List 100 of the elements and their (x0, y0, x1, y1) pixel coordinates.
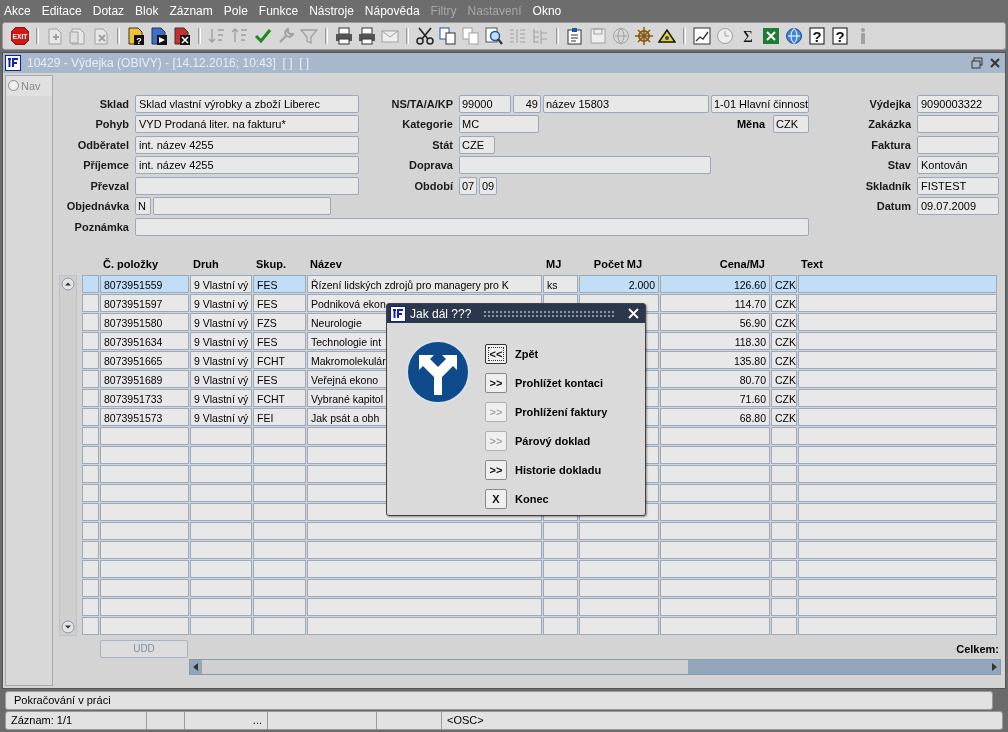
input-field[interactable]: 49 (513, 94, 541, 113)
document-cross-icon[interactable] (173, 26, 191, 45)
scissors-icon[interactable] (416, 26, 434, 45)
menu-item[interactable]: Nápověda (364, 3, 420, 18)
input-field[interactable]: 1-01 Hlavní činnost (711, 94, 809, 113)
table-cell (253, 521, 306, 540)
action-button[interactable]: >> (485, 460, 507, 480)
chart-icon[interactable] (693, 26, 711, 45)
globe-icon[interactable] (785, 26, 803, 45)
spreadsheet-icon[interactable] (762, 26, 780, 45)
status-message: Pokračování v práci (14, 694, 111, 706)
input-field[interactable] (917, 115, 999, 134)
table-cell (82, 578, 99, 597)
column-header: Text (800, 257, 824, 270)
action-label: Zpět (515, 348, 539, 360)
scroll-down-icon[interactable] (61, 619, 75, 634)
input-field[interactable]: CZE (459, 135, 495, 154)
table-cell (190, 540, 252, 559)
radio-button[interactable] (8, 80, 19, 92)
input-field[interactable] (459, 156, 711, 175)
input-field[interactable] (135, 217, 809, 236)
table-cell (82, 483, 99, 502)
table-cell (771, 426, 797, 445)
table-cell: CZK (771, 293, 797, 312)
menu-item[interactable]: Pole (223, 3, 248, 18)
search-icon[interactable] (485, 26, 503, 45)
input-field[interactable]: 09 (479, 176, 497, 195)
menu-item[interactable]: Blok (135, 3, 159, 18)
action-button[interactable]: >> (485, 373, 507, 393)
document-question-icon[interactable]: ? (127, 26, 145, 45)
input-field[interactable]: FISTEST (917, 176, 999, 195)
menu-item[interactable]: Funkce (258, 3, 299, 18)
sigma-icon[interactable]: Σ (739, 26, 757, 45)
restore-icon[interactable] (971, 56, 983, 69)
horizontal-scrollbar[interactable] (189, 658, 1001, 675)
table-cell (253, 616, 306, 635)
table-cell (543, 521, 578, 540)
column-header: Počet MJ (592, 257, 644, 270)
printer-icon[interactable] (335, 26, 353, 45)
input-field[interactable]: 99000 (459, 94, 511, 113)
table-cell (771, 540, 797, 559)
table-cell (190, 521, 252, 540)
help-icon[interactable]: ? (831, 26, 849, 45)
table-cell: 68.80 (660, 407, 770, 426)
table-cell: CZK (771, 407, 797, 426)
menu-item[interactable]: Okno (532, 3, 562, 18)
table-cell (543, 540, 578, 559)
action-label: Historie dokladu (515, 464, 602, 476)
help-icon[interactable]: ? (808, 26, 826, 45)
table-cell: 9 Vlastní vý (190, 369, 252, 388)
table-cell: 9 Vlastní vý (190, 388, 252, 407)
input-field[interactable]: MC (459, 115, 539, 134)
triangle-icon[interactable] (658, 26, 676, 45)
menu-item[interactable]: Nástroje (309, 3, 354, 18)
table-cell: 118.30 (660, 331, 770, 350)
input-field[interactable]: 07 (459, 176, 477, 195)
input-field[interactable]: int. název 4255 (135, 135, 359, 154)
table-cell: FES (253, 274, 306, 293)
copy-icon[interactable] (439, 26, 457, 45)
document-play-icon[interactable] (150, 26, 168, 45)
input-field[interactable] (153, 197, 331, 216)
input-field[interactable]: Kontován (917, 156, 999, 175)
status-mode: <OSC> (446, 713, 485, 728)
scrollbar-thumb[interactable] (202, 659, 688, 674)
table-cell (190, 502, 252, 521)
table-cell (253, 578, 306, 597)
input-field[interactable]: Sklad vlastní výrobky a zboží Liberec (135, 94, 359, 113)
table-cell (190, 483, 252, 502)
input-field[interactable]: 09.07.2009 (917, 197, 999, 216)
input-field[interactable]: CZK (773, 115, 809, 134)
scroll-up-icon[interactable] (61, 276, 75, 291)
table-cell: CZK (771, 369, 797, 388)
table-cell (190, 616, 252, 635)
table-cell: CZK (771, 274, 797, 293)
input-field[interactable]: 9090003322 (917, 94, 999, 113)
field-label: Objednávka (65, 200, 131, 213)
table-cell: 8073951597 (100, 293, 189, 312)
printer-icon[interactable] (358, 26, 376, 45)
menu-item[interactable]: Akce (4, 3, 31, 18)
clipboard-icon[interactable] (566, 26, 584, 45)
action-button[interactable]: << (485, 344, 507, 364)
input-field[interactable]: N (135, 197, 151, 216)
check-icon[interactable] (254, 26, 272, 45)
field-label: Odběratel (76, 138, 130, 151)
input-field[interactable] (135, 176, 359, 195)
input-field[interactable]: název 15803 (543, 94, 709, 113)
input-field[interactable]: VYD Prodaná liter. na fakturu* (135, 115, 359, 134)
vertical-scrollbar[interactable] (59, 274, 77, 636)
table-cell: 8073951634 (100, 331, 189, 350)
table-cell (190, 559, 252, 578)
action-button[interactable]: X (485, 489, 507, 509)
table-cell: FCHT (253, 388, 306, 407)
menu-item[interactable]: Záznam (169, 3, 213, 18)
table-cell: FCHT (253, 350, 306, 369)
menu-item[interactable]: Editace (41, 3, 82, 18)
menu-item[interactable]: Dotaz (92, 3, 125, 18)
input-field[interactable]: int. název 4255 (135, 156, 359, 175)
close-icon[interactable] (989, 56, 1001, 69)
ship-wheel-icon[interactable] (635, 26, 653, 45)
input-field[interactable] (917, 135, 999, 154)
